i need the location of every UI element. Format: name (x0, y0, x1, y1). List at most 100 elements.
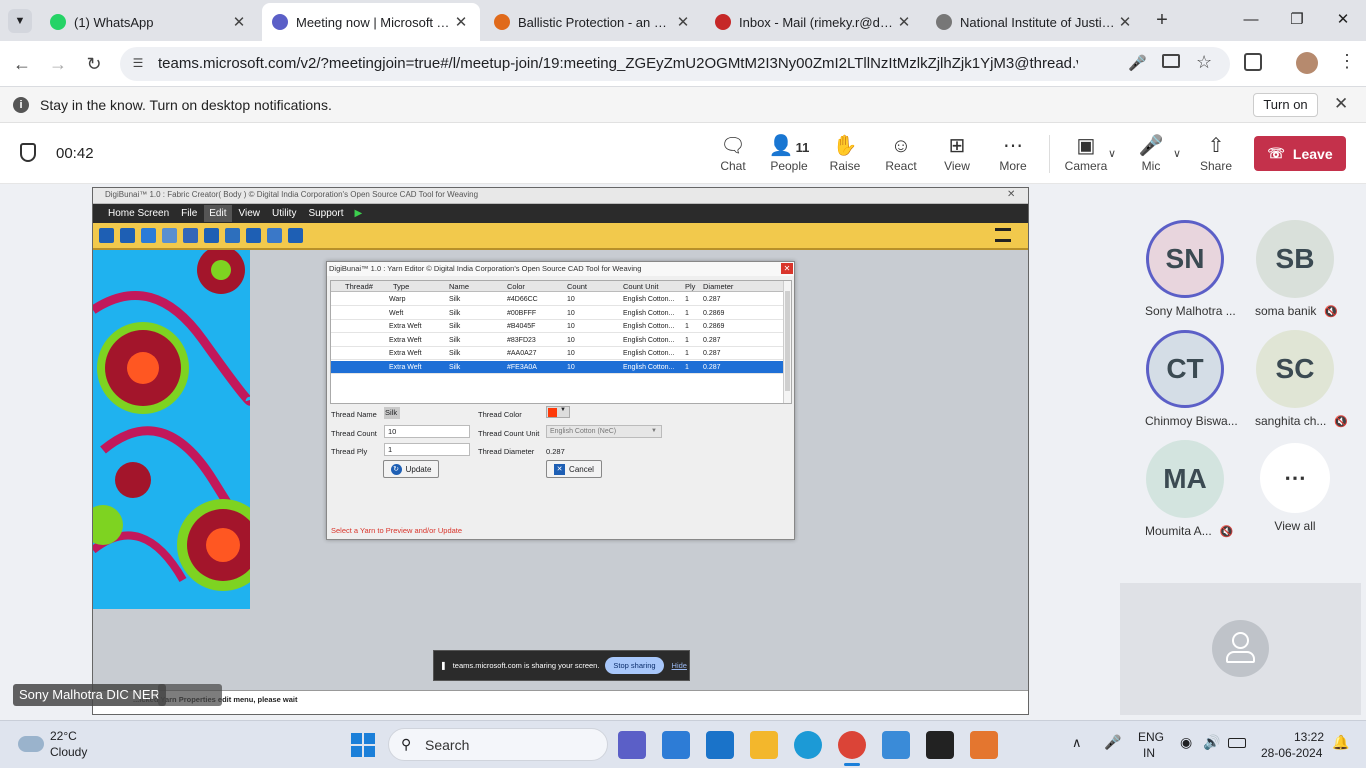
install-app-icon[interactable] (1162, 54, 1180, 68)
start-button[interactable] (351, 733, 375, 757)
app-menu-item[interactable]: Utility (267, 205, 301, 222)
terminal-taskbar-icon[interactable] (926, 731, 954, 759)
edge-taskbar-icon[interactable] (794, 731, 822, 759)
column-header[interactable]: Count Unit (623, 282, 658, 291)
column-header[interactable]: Type (393, 282, 409, 291)
close-window-button[interactable]: ✕ (1320, 6, 1366, 34)
weather-desc[interactable]: Cloudy (50, 745, 87, 759)
app-menu-item[interactable]: Edit (204, 205, 232, 222)
participant-tile[interactable]: SC sanghita ch... 🔇 (1255, 330, 1348, 428)
column-header[interactable]: Name (449, 282, 469, 291)
taskbar-search[interactable]: ⚲ Search (388, 728, 608, 761)
tab-close-icon[interactable]: ✕ (230, 13, 248, 31)
mail-taskbar-icon[interactable] (706, 731, 734, 759)
share-button[interactable]: ⇧ Share (1191, 133, 1241, 173)
app-taskbar-icon[interactable] (970, 731, 998, 759)
toolbar-icon[interactable] (120, 228, 135, 243)
tab[interactable]: Ballistic Protection - an overview✕ (484, 3, 702, 41)
profile-avatar[interactable] (1296, 52, 1318, 74)
app-menu-item[interactable]: File (176, 205, 202, 222)
reload-icon[interactable]: ↻ (82, 52, 106, 76)
forward-icon[interactable]: → (46, 52, 70, 76)
scrollbar-thumb[interactable] (785, 291, 790, 391)
back-icon[interactable]: ← (10, 52, 34, 76)
dialog-close-icon[interactable]: ✕ (781, 263, 793, 274)
thread-color-picker[interactable]: ▼ (546, 406, 570, 418)
battery-icon[interactable] (1228, 738, 1246, 748)
tab-close-icon[interactable]: ✕ (674, 13, 692, 31)
chrome-taskbar-icon[interactable] (838, 731, 866, 759)
people-button[interactable]: 👤 11 People (764, 133, 814, 173)
update-button[interactable]: ↻ Update (383, 460, 439, 478)
bookmark-star-icon[interactable]: ☆ (1196, 52, 1212, 73)
tab-close-icon[interactable]: ✕ (895, 13, 913, 31)
mic-icon[interactable]: 🎤 (1128, 54, 1147, 72)
column-header[interactable]: Thread# (345, 282, 373, 291)
app-menu-item[interactable]: Home Screen (103, 205, 174, 222)
language-in[interactable]: IN (1143, 746, 1155, 760)
new-tab-button[interactable]: + (1150, 8, 1174, 32)
extensions-icon[interactable] (1244, 53, 1262, 71)
view-button[interactable]: ⊞ View (932, 133, 982, 173)
cancel-button[interactable]: ✕ Cancel (546, 460, 602, 478)
wifi-icon[interactable]: ◉ (1180, 734, 1192, 751)
volume-icon[interactable]: 🔊 (1203, 734, 1220, 751)
table-scrollbar[interactable] (783, 281, 791, 403)
camera-button[interactable]: ▣ Camera (1061, 133, 1111, 173)
participant-tile[interactable]: MA Moumita A... 🔇 (1145, 440, 1233, 538)
camera-options-icon[interactable]: ∨ (1108, 147, 1116, 160)
more-button[interactable]: ⋯ More (988, 133, 1038, 173)
table-row[interactable]: Extra Weft Silk #83FD23 10 English Cotton...… (331, 334, 783, 347)
desktop-app-icon[interactable] (882, 731, 910, 759)
tab-close-icon[interactable]: ✕ (452, 13, 470, 31)
stop-sharing-button[interactable]: Stop sharing (605, 657, 664, 674)
app-menu-item[interactable]: View (234, 205, 266, 222)
app-menu-item[interactable]: Support (303, 205, 348, 222)
mic-button[interactable]: 🎤 Mic (1126, 133, 1176, 173)
column-header[interactable]: Ply (685, 282, 695, 291)
toolbar-list-icon[interactable] (995, 228, 1011, 242)
table-row[interactable]: Warp Silk #4D66CC 10 English Cotton... 1 0.287 (331, 293, 783, 306)
turn-on-button[interactable]: Turn on (1253, 93, 1318, 117)
tab[interactable]: Meeting now | Microsoft Teams✕ (262, 3, 480, 41)
notification-bell-icon[interactable]: 🔔 (1332, 734, 1349, 751)
tab[interactable]: National Institute of Justice (✕ (926, 3, 1144, 41)
column-header[interactable]: Color (507, 282, 525, 291)
clock-date[interactable]: 28-06-2024 (1261, 746, 1322, 760)
toolbar-icon[interactable] (141, 228, 156, 243)
teams-taskbar-icon[interactable] (618, 731, 646, 759)
leave-button[interactable]: ☏ Leave (1254, 136, 1346, 171)
mic-options-icon[interactable]: ∨ (1173, 147, 1181, 160)
app-close-icon[interactable]: ✕ (1007, 189, 1015, 200)
toolbar-icon[interactable] (267, 228, 282, 243)
run-icon[interactable]: ▶ (354, 208, 362, 219)
tab-close-icon[interactable]: ✕ (1116, 13, 1134, 31)
hide-link[interactable]: Hide (672, 661, 687, 670)
react-button[interactable]: ☺ React (876, 133, 926, 173)
minimize-button[interactable]: — (1228, 6, 1274, 34)
toolbar-icon[interactable] (225, 228, 240, 243)
view-all-tile[interactable]: ⋯ View all (1255, 443, 1335, 533)
table-row[interactable]: Weft Silk #00BFFF 10 English Cotton... 1 0.286… (331, 307, 783, 320)
toolbar-icon[interactable] (183, 228, 198, 243)
thread-name-input[interactable]: Silk (384, 407, 400, 419)
url-text[interactable]: teams.microsoft.com/v2/?meetingjoin=true… (158, 55, 1078, 72)
store-taskbar-icon[interactable] (662, 731, 690, 759)
chat-button[interactable]: 🗨 Chat (708, 133, 758, 173)
toolbar-icon[interactable] (99, 228, 114, 243)
restore-button[interactable]: ❐ (1274, 6, 1320, 34)
clock-time[interactable]: 13:22 (1294, 730, 1324, 744)
weather-temp[interactable]: 22°C (50, 729, 77, 743)
weather-cloud-icon[interactable] (18, 736, 44, 752)
toolbar-icon[interactable] (288, 228, 303, 243)
toolbar-icon[interactable] (246, 228, 261, 243)
table-row[interactable]: Extra Weft Silk #B4045F 10 English Cotton...… (331, 320, 783, 334)
column-header[interactable]: Diameter (703, 282, 733, 291)
participant-tile[interactable]: SB soma banik 🔇 (1255, 220, 1338, 318)
table-row[interactable]: Extra Weft Silk #AA0A27 10 English Cotton...… (331, 347, 783, 361)
raise-button[interactable]: ✋ Raise (820, 133, 870, 173)
tab[interactable]: Inbox - Mail (rimeky.r@digit... ✕ (705, 3, 923, 41)
thread-count-input[interactable]: 10 (384, 425, 470, 438)
close-notification-icon[interactable]: ✕ (1334, 94, 1348, 114)
participant-tile[interactable]: SN Sony Malhotra ... (1145, 220, 1236, 318)
